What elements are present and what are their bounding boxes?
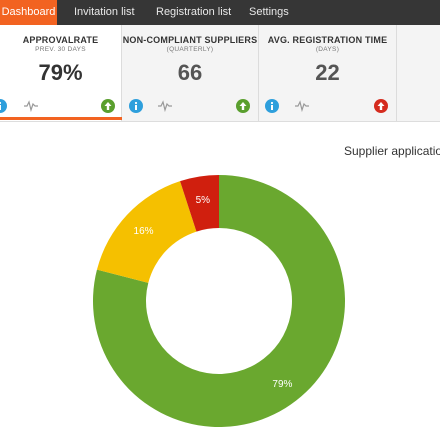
kpi-value: 66: [177, 60, 203, 85]
kpi-card-approval-rate[interactable]: APPROVALRATE PREV. 30 DAYS 79%: [0, 25, 122, 121]
trend-up-icon: [101, 99, 115, 113]
kpi-title: APPROVALRATE: [22, 35, 99, 45]
donut-chart: 79% 16% 5%: [93, 175, 346, 427]
kpi-card-avg-registration-time[interactable]: AVG. REGISTRATION TIME (DAYS) 22: [259, 25, 397, 121]
kpi-subtitle: PREV. 30 DAYS: [35, 46, 86, 53]
slice-data-label: 79%: [272, 379, 292, 390]
kpi-value: 22: [315, 60, 340, 85]
slice-data-label: 5%: [196, 195, 211, 206]
kpi-title: NON-COMPLIANT SUPPLIERS: [122, 35, 258, 45]
kpi-card-partial: [397, 25, 440, 121]
tab-invitation-list[interactable]: Invitation list: [74, 0, 135, 25]
kpi-subtitle: (QUARTERLY): [166, 46, 214, 53]
kpi-cards-row: APPROVALRATE PREV. 30 DAYS 79% NON-COMPL…: [0, 25, 440, 122]
tab-settings[interactable]: Settings: [249, 0, 289, 25]
slice-data-label: 16%: [134, 226, 154, 237]
sparkline-icon[interactable]: [295, 99, 309, 113]
chart-title: Supplier applicatio: [344, 144, 440, 158]
kpi-value: 79%: [38, 60, 83, 85]
sparkline-icon[interactable]: [158, 99, 172, 113]
tab-dashboard[interactable]: Dashboard: [0, 0, 57, 25]
active-card-indicator: [0, 117, 122, 120]
info-icon[interactable]: [129, 99, 143, 113]
sparkline-icon[interactable]: [24, 99, 38, 113]
top-navigation: Dashboard Invitation list Registration l…: [0, 0, 440, 25]
trend-up-icon: [236, 99, 250, 113]
info-icon[interactable]: [0, 99, 7, 113]
kpi-card-non-compliant-suppliers[interactable]: NON-COMPLIANT SUPPLIERS (QUARTERLY) 66: [122, 25, 259, 121]
tab-registration-list[interactable]: Registration list: [156, 0, 231, 25]
kpi-title: AVG. REGISTRATION TIME: [267, 35, 388, 45]
kpi-subtitle: (DAYS): [315, 46, 340, 53]
trend-up-red-icon: [374, 99, 388, 113]
info-icon[interactable]: [265, 99, 279, 113]
